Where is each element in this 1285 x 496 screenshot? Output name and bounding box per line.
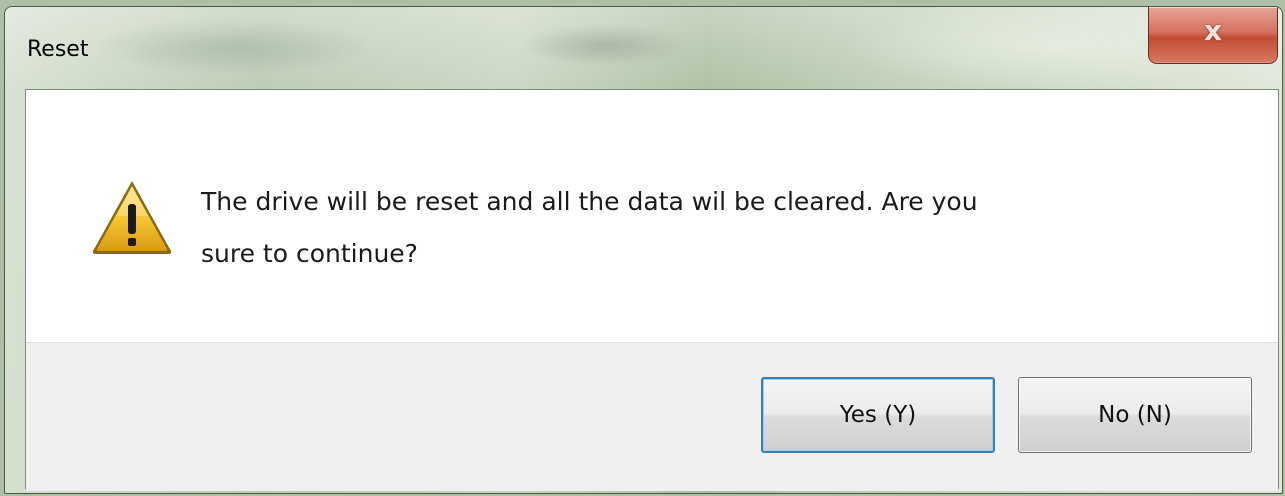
dialog-message: The drive will be reset and all the data… bbox=[201, 187, 978, 268]
yes-button[interactable]: Yes (Y) bbox=[761, 377, 995, 453]
no-button[interactable]: No (N) bbox=[1018, 377, 1252, 453]
window-title: Reset bbox=[27, 37, 89, 62]
dialog-client-area: The drive will be reset and all the data… bbox=[25, 89, 1279, 491]
close-icon: x bbox=[1203, 14, 1223, 47]
close-button[interactable]: x bbox=[1148, 7, 1278, 64]
button-bar: Yes (Y) No (N) bbox=[26, 342, 1278, 491]
reset-dialog-window: Reset x The drive will be reset and all … bbox=[4, 6, 1283, 494]
warning-icon bbox=[92, 181, 172, 254]
message-area: The drive will be reset and all the data… bbox=[26, 90, 1278, 342]
